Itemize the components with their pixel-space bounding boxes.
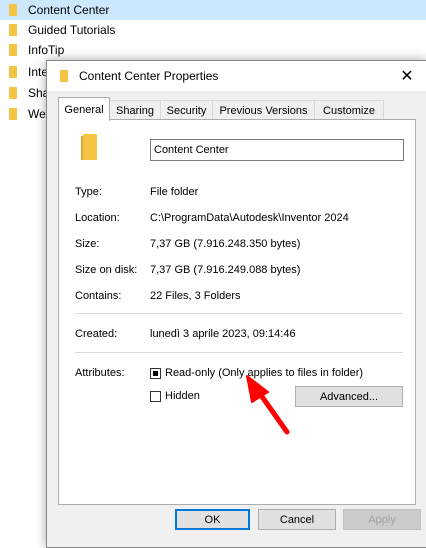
contains-label: Contains: <box>75 290 122 302</box>
folder-icon <box>9 108 17 120</box>
tab-previous-versions[interactable]: Previous Versions <box>212 100 315 120</box>
folder-icon <box>9 4 17 16</box>
folder-icon <box>9 24 17 36</box>
dialog-titlebar[interactable]: Content Center Properties ✕ <box>47 61 426 91</box>
separator <box>75 352 403 353</box>
general-tab-panel: Content Center Type: File folder Locatio… <box>58 119 416 505</box>
list-item[interactable]: InfoTip <box>0 40 426 60</box>
folder-name-input[interactable]: Content Center <box>150 139 404 161</box>
size-on-disk-label: Size on disk: <box>75 264 138 276</box>
tab-general[interactable]: General <box>58 97 110 121</box>
read-only-checkbox[interactable] <box>150 368 161 379</box>
type-label: Type: <box>75 186 102 198</box>
size-value: 7,37 GB (7.916.248.350 bytes) <box>150 238 301 250</box>
folder-icon <box>83 134 97 160</box>
ok-button[interactable]: OK <box>175 509 250 530</box>
separator <box>75 313 403 314</box>
advanced-button[interactable]: Advanced... <box>295 386 403 407</box>
folder-icon <box>9 87 17 99</box>
apply-button[interactable]: Apply <box>343 509 421 530</box>
type-value: File folder <box>150 186 199 198</box>
created-label: Created: <box>75 328 118 340</box>
hidden-checkbox[interactable] <box>150 391 161 402</box>
folder-icon <box>60 70 68 82</box>
attributes-label: Attributes: <box>75 367 125 379</box>
close-button[interactable]: ✕ <box>387 61 426 91</box>
size-on-disk-value: 7,37 GB (7.916.249.088 bytes) <box>150 264 301 276</box>
tab-sharing[interactable]: Sharing <box>109 100 161 120</box>
list-item[interactable]: Guided Tutorials <box>0 20 426 40</box>
properties-dialog: Content Center Properties ✕ General Shar… <box>46 60 426 548</box>
folder-icon <box>9 44 17 56</box>
created-value: lunedì 3 aprile 2023, 09:14:46 <box>150 328 296 340</box>
dialog-title: Content Center Properties <box>79 69 219 83</box>
list-item[interactable]: Content Center <box>0 0 426 20</box>
hidden-label[interactable]: Hidden <box>165 390 200 402</box>
tab-strip: General Sharing Security Previous Versio… <box>55 97 415 121</box>
cancel-button[interactable]: Cancel <box>258 509 336 530</box>
tab-customize[interactable]: Customize <box>314 100 384 120</box>
folder-icon <box>9 66 17 78</box>
list-item-label: Content Center <box>28 3 110 17</box>
list-item-label: InfoTip <box>28 43 65 57</box>
read-only-label[interactable]: Read-only (Only applies to files in fold… <box>165 367 363 379</box>
list-item-label: Guided Tutorials <box>28 23 116 37</box>
size-label: Size: <box>75 238 100 250</box>
location-label: Location: <box>75 212 120 224</box>
contains-value: 22 Files, 3 Folders <box>150 290 241 302</box>
tab-security[interactable]: Security <box>160 100 213 120</box>
location-value: C:\ProgramData\Autodesk\Inventor 2024 <box>150 212 349 224</box>
